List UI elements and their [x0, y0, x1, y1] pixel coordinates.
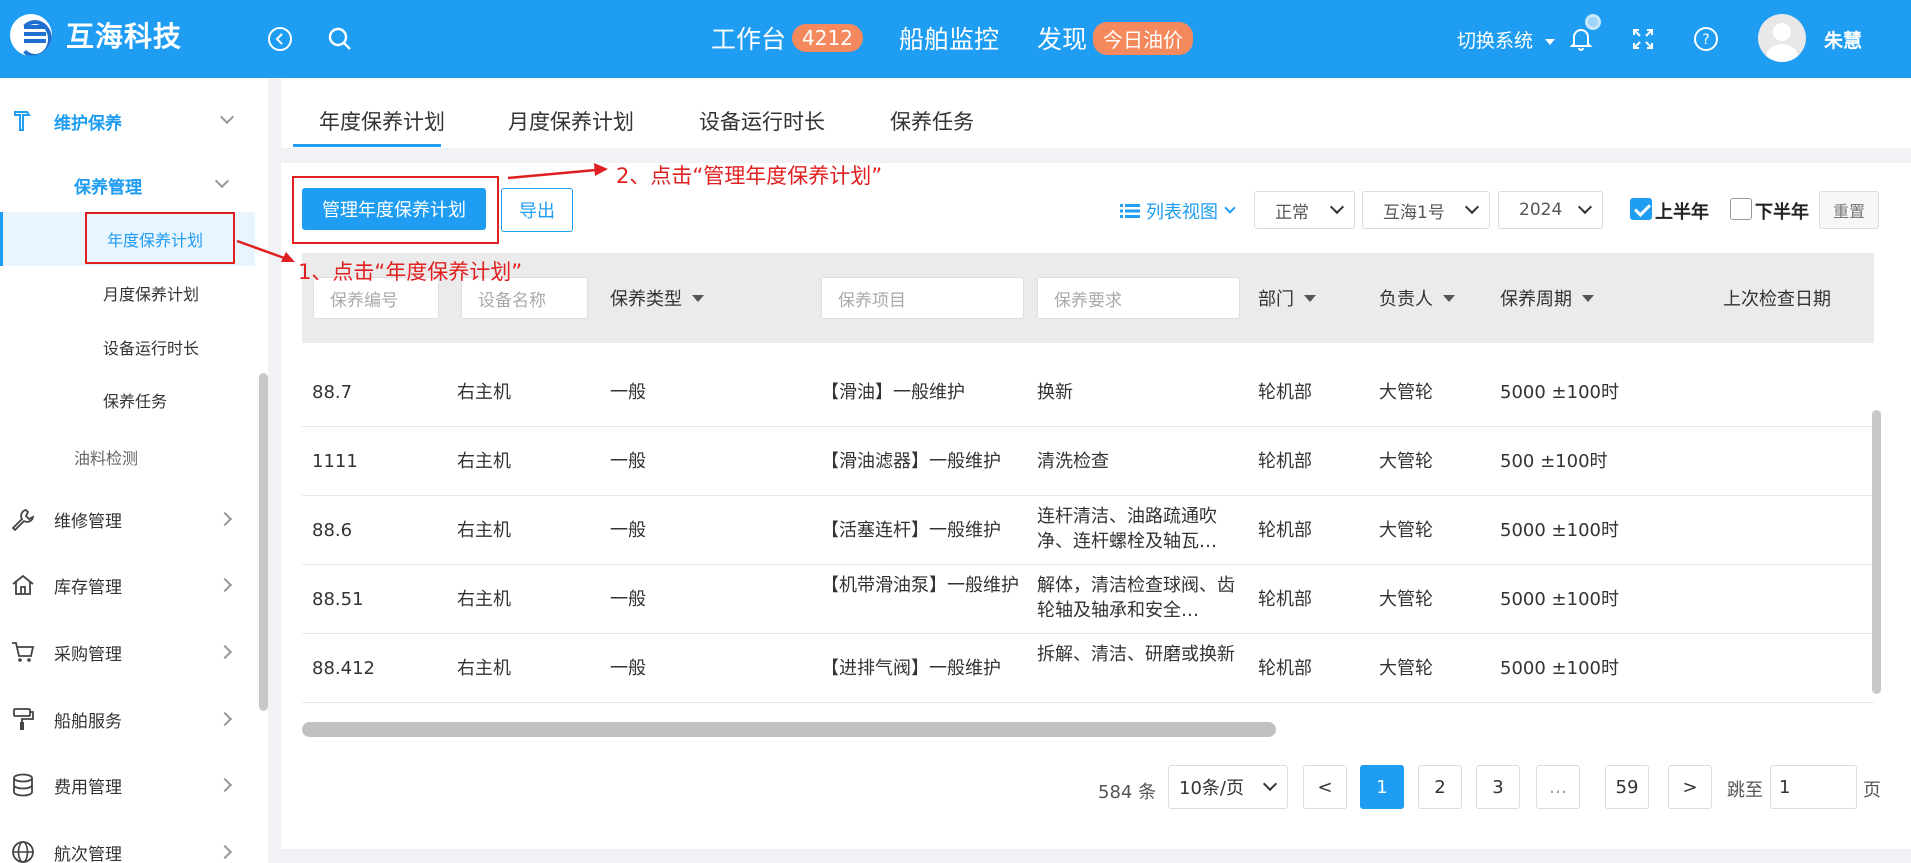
- annotation-arrows: [236, 163, 608, 262]
- annotation-step-2: 2、点击“管理年度保养计划”: [616, 164, 883, 188]
- annotation-step-1: 1、点击“年度保养计划”: [298, 260, 523, 284]
